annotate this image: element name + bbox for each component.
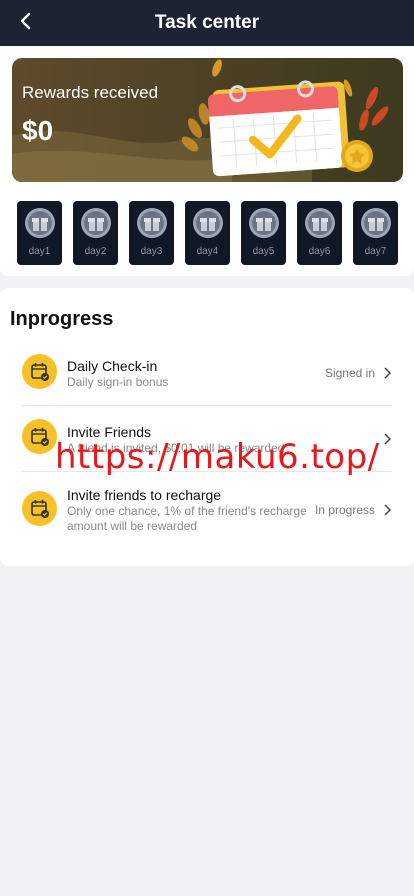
- rewards-banner: Rewards received $0: [12, 58, 403, 182]
- gift-icon: [137, 208, 167, 238]
- day-tile-1[interactable]: day1: [17, 201, 62, 265]
- calendar-check-icon: [22, 419, 57, 454]
- task-name: Daily Check-in: [67, 358, 158, 374]
- task-name: Invite friends to recharge: [67, 487, 222, 503]
- day-tile-5[interactable]: day5: [241, 201, 286, 265]
- day-tile-3[interactable]: day3: [129, 201, 174, 265]
- day-tile-4[interactable]: day4: [185, 201, 230, 265]
- day-label: day2: [84, 246, 107, 257]
- day-tile-7[interactable]: day7: [353, 201, 398, 265]
- gift-icon: [305, 208, 335, 238]
- task-desc: Only one chance, 1% of the friend's rech…: [67, 504, 307, 533]
- section-title: Inprogress: [10, 308, 114, 330]
- rewards-card: Rewards received $0 day1 day2 day3 day4 …: [0, 46, 414, 276]
- task-invite-recharge[interactable]: Invite friends to recharge Only one chan…: [22, 472, 392, 538]
- checkin-days-row: day1 day2 day3 day4 day5 day6 day7: [17, 201, 399, 265]
- rewards-amount: $0: [22, 115, 54, 146]
- rewards-label: Rewards received: [22, 83, 159, 102]
- calendar-check-icon: [22, 354, 57, 389]
- gift-icon: [25, 208, 55, 238]
- tasks-card: Inprogress Daily Check-in Daily sign-in …: [0, 288, 414, 566]
- chevron-right-icon: [384, 433, 392, 445]
- watermark-url: https://maku6.top/: [55, 437, 380, 477]
- task-desc: Daily sign-in bonus: [67, 375, 169, 389]
- calendar-check-icon: [22, 491, 57, 526]
- day-label: day6: [308, 246, 331, 257]
- task-status: Signed in: [324, 366, 375, 380]
- chevron-right-icon: [384, 367, 392, 379]
- chevron-right-icon: [384, 504, 392, 516]
- day-label: day3: [140, 246, 163, 257]
- task-status: In progress: [314, 503, 375, 517]
- task-daily-checkin[interactable]: Daily Check-in Daily sign-in bonus Signe…: [22, 350, 392, 406]
- gift-icon: [81, 208, 111, 238]
- page-title: Task center: [154, 12, 260, 33]
- gift-icon: [249, 208, 279, 238]
- day-tile-6[interactable]: day6: [297, 201, 342, 265]
- day-label: day7: [364, 246, 387, 257]
- day-label: day1: [28, 246, 51, 257]
- day-label: day5: [252, 246, 275, 257]
- chevron-left-icon[interactable]: [14, 9, 40, 35]
- top-nav-bar: Task center: [0, 0, 414, 46]
- day-tile-2[interactable]: day2: [73, 201, 118, 265]
- day-label: day4: [196, 246, 219, 257]
- gift-icon: [193, 208, 223, 238]
- gift-icon: [361, 208, 391, 238]
- calendar-illustration: [12, 58, 403, 182]
